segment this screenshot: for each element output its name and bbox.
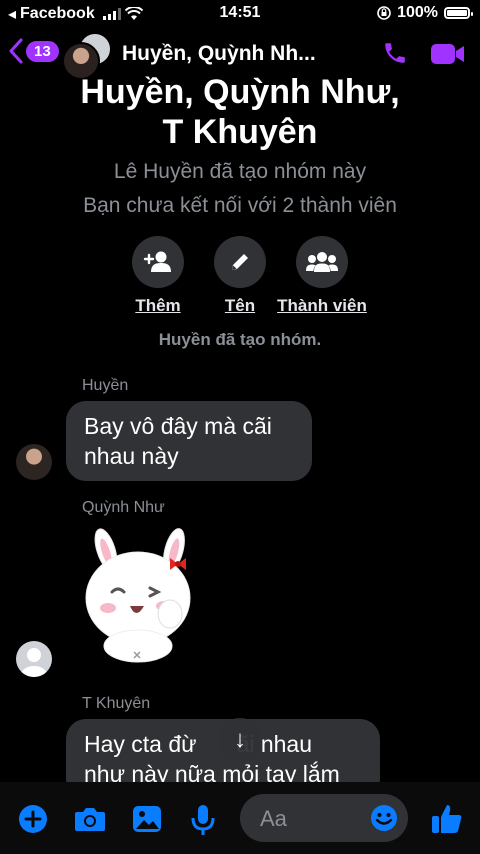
arrow-down-icon: ↓ <box>234 726 246 753</box>
phone-call-icon[interactable] <box>382 40 408 66</box>
message-sender: Huyền <box>82 377 129 394</box>
add-member-label[interactable]: Thêm <box>120 296 196 316</box>
emoji-icon[interactable] <box>370 804 398 832</box>
back-button[interactable]: 13 <box>8 38 59 64</box>
rename-label[interactable]: Tên <box>204 296 276 316</box>
message-text-line: Bay vô đây mà cãi <box>84 413 272 439</box>
status-right: 100% <box>377 4 473 22</box>
battery-icon <box>444 7 473 19</box>
conversation-title[interactable]: Huyền, Quỳnh Nh... <box>122 42 316 66</box>
rename-button[interactable] <box>214 236 266 288</box>
group-name: Huyền, Quỳnh Như, T Khuyên <box>0 72 480 152</box>
message-sender: Quỳnh Như <box>82 499 165 516</box>
group-connection-status: Bạn chưa kết nối với 2 thành viên <box>83 194 397 217</box>
status-bar: ◂ Facebook 14:51 100% <box>0 0 480 28</box>
microphone-icon[interactable] <box>190 804 216 836</box>
thumbs-up-icon[interactable] <box>430 802 464 836</box>
group-name-line2: T Khuyên <box>162 113 318 151</box>
message-input[interactable]: Aa <box>240 794 408 842</box>
default-avatar-icon <box>21 648 47 677</box>
group-created-by: Lê Huyền đã tạo nhóm này <box>113 160 367 183</box>
message-text-part: Hay cta đừ <box>84 731 197 757</box>
add-person-icon <box>143 251 171 272</box>
video-call-icon[interactable] <box>430 42 466 66</box>
message-bubble[interactable]: Bay vô đây mà cãi nhau này <box>66 401 312 481</box>
camera-icon[interactable] <box>74 806 106 832</box>
message-sender: T Khuyên <box>82 695 151 712</box>
scroll-to-bottom-button[interactable]: ↓ <box>218 718 262 762</box>
group-members-icon <box>306 252 338 272</box>
rename-action[interactable]: Tên <box>204 236 276 316</box>
members-label[interactable]: Thành viên <box>272 296 372 316</box>
unread-badge: 13 <box>26 40 59 62</box>
pencil-icon <box>232 254 248 270</box>
members-button[interactable] <box>296 236 348 288</box>
group-name-line1: Huyền, Quỳnh Như, <box>80 73 400 111</box>
gallery-icon[interactable] <box>132 804 162 834</box>
bunny-sticker[interactable] <box>78 528 202 668</box>
system-message: Huyền đã tạo nhóm. <box>158 330 322 349</box>
add-member-action[interactable]: Thêm <box>120 236 196 316</box>
orientation-lock-icon <box>377 6 391 20</box>
message-composer: Aa <box>0 782 480 854</box>
plus-icon[interactable] <box>18 804 48 834</box>
message-text-line: nhau này <box>84 443 179 469</box>
add-person-button[interactable] <box>132 236 184 288</box>
message-input-placeholder: Aa <box>260 806 287 831</box>
members-action[interactable]: Thành viên <box>272 236 372 316</box>
sender-avatar[interactable] <box>16 444 52 480</box>
battery-percent: 100% <box>397 4 438 21</box>
sender-avatar[interactable] <box>16 641 52 677</box>
chevron-left-icon <box>9 38 23 64</box>
